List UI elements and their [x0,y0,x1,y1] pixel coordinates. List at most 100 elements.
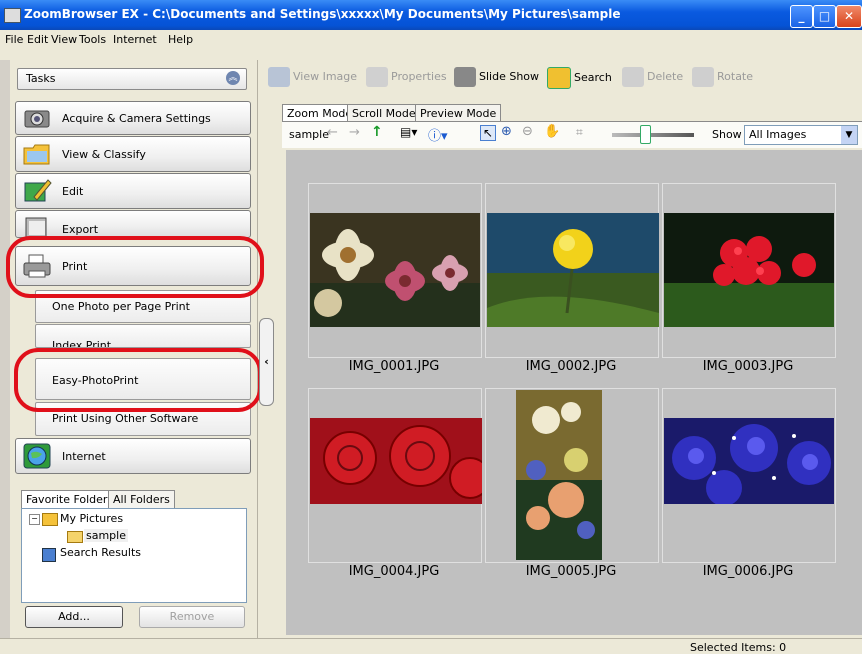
tab-favorite-folders[interactable]: Favorite Folders [21,490,119,509]
print-highlight-ring [6,236,264,298]
rotate-label: Rotate [717,70,754,83]
chevron-down-icon[interactable]: ▼ [841,126,857,144]
show-filter-label: Show [712,128,742,141]
left-edge [0,60,10,640]
search-results-icon [42,548,56,562]
print-other-software-label: Print Using Other Software [52,412,199,425]
properties-button[interactable]: Properties [366,67,447,87]
panel-collapse-handle[interactable]: ‹ [259,318,274,406]
tree-item-sample[interactable]: sample [84,529,128,542]
minimize-button[interactable]: _ [790,5,813,28]
task-internet[interactable]: Internet [15,438,251,474]
show-filter-select[interactable]: All Images ▼ [744,125,858,145]
edit-pencil-icon [24,179,52,202]
menu-view[interactable]: View [51,33,77,46]
properties-label: Properties [391,70,447,83]
task-acquire-label: Acquire & Camera Settings [62,112,211,125]
up-folder-icon[interactable]: ↑ [371,124,383,140]
thumbnail-1[interactable] [308,183,482,358]
print-index-label: Index Print [52,339,112,348]
delete-button[interactable]: Delete [622,67,683,87]
tree-item-my-pictures[interactable]: My Pictures [60,512,123,525]
remove-folder-button[interactable]: Remove [139,606,245,628]
window-title: ZoomBrowser EX - C:\Documents and Settin… [24,7,621,21]
tab-scroll-mode[interactable]: Scroll Mode [347,104,421,122]
menu-tools[interactable]: Tools [79,33,106,46]
show-filter-value: All Images [749,128,807,141]
photo-white-pink-flowers [310,213,480,327]
thumbnail-size-slider[interactable] [612,133,694,137]
add-folder-button[interactable]: Add... [25,606,123,628]
menu-edit[interactable]: Edit [27,33,48,46]
app-icon [4,8,21,23]
maximize-button[interactable]: □ [813,5,836,28]
slide-show-label: Slide Show [479,70,540,83]
main-toolbar: View Image Properties Slide Show Search … [262,60,862,92]
thumbnail-1-filename: IMG_0001.JPG [348,359,440,374]
camera-icon [24,110,50,128]
thumbnail-size-slider-thumb[interactable] [640,125,651,144]
forward-arrow-icon[interactable]: → [349,125,360,140]
view-toolbar: sample ← → ↑ ▤▾ ⓘ▾ ↖ ⊕ ⊖ ✋ ⌗ Show All Im… [282,121,862,148]
zoom-in-icon[interactable]: ⊕ [501,124,512,139]
easy-photoprint-highlight-ring [14,348,262,412]
rotate-icon [692,67,714,87]
pointer-tool-icon[interactable]: ↖ [480,125,497,141]
task-edit[interactable]: Edit [15,173,251,209]
zoom-out-icon[interactable]: ⊖ [522,124,533,139]
print-index[interactable]: Index Print [35,324,251,348]
properties-icon [366,67,388,87]
photo-mixed-bouquet [516,390,602,560]
current-folder-label: sample [289,128,329,141]
photo-red-roses [310,418,482,504]
task-view-label: View & Classify [62,148,146,161]
photo-blue-flowers [664,418,834,504]
trash-icon [622,67,644,87]
tab-all-folders[interactable]: All Folders [108,490,175,509]
folder-icon [23,144,50,165]
search-icon [547,67,571,89]
folder-tree: − My Pictures sample Search Results [21,508,247,603]
thumbnail-5-filename: IMG_0005.JPG [525,564,617,579]
select-mode-icon[interactable]: ▤▾ [400,125,417,139]
thumbnail-2[interactable] [485,183,659,358]
menu-help[interactable]: Help [168,33,193,46]
search-button[interactable]: Search [547,67,612,89]
rotate-button[interactable]: Rotate [692,67,753,87]
info-icon[interactable]: ⓘ▾ [428,125,448,144]
globe-icon [23,443,51,469]
slide-show-button[interactable]: Slide Show [454,67,539,87]
task-export-label: Export [62,223,99,236]
task-internet-label: Internet [62,450,106,463]
thumbnail-4[interactable] [308,388,482,563]
task-view-classify[interactable]: View & Classify [15,136,251,172]
hand-tool-icon[interactable]: ✋ [544,124,560,139]
thumbnail-6[interactable] [662,388,836,563]
task-acquire-camera[interactable]: Acquire & Camera Settings [15,101,251,135]
thumbnail-5[interactable] [485,388,659,563]
status-bar: Selected Items: 0 [0,638,862,654]
tree-expand-icon[interactable]: − [29,514,40,525]
thumbnail-3-filename: IMG_0003.JPG [702,359,794,374]
task-edit-label: Edit [62,185,84,198]
search-label: Search [574,71,612,84]
view-image-button[interactable]: View Image [268,67,357,87]
collapse-chevron-icon[interactable]: ︽ [226,71,240,85]
selected-items-count: Selected Items: 0 [690,641,787,654]
print-one-photo-label: One Photo per Page Print [52,300,190,313]
title-bar[interactable]: ZoomBrowser EX - C:\Documents and Settin… [0,0,862,30]
tab-preview-mode[interactable]: Preview Mode [415,104,502,122]
close-button[interactable]: ✕ [836,5,862,28]
menu-bar: File Edit View Tools Internet Help [0,30,862,48]
fit-window-icon[interactable]: ⌗ [576,125,583,140]
thumbnail-2-filename: IMG_0002.JPG [525,359,617,374]
tasks-header[interactable]: Tasks ︽ [17,68,247,90]
menu-file[interactable]: File [5,33,23,46]
back-arrow-icon[interactable]: ← [327,125,338,140]
thumbnail-3[interactable] [662,183,836,358]
tree-item-search-results[interactable]: Search Results [60,546,141,559]
menu-internet[interactable]: Internet [113,33,157,46]
task-export[interactable]: Export [15,210,251,238]
thumbnail-6-filename: IMG_0006.JPG [702,564,794,579]
photo-red-flowers [664,213,834,327]
